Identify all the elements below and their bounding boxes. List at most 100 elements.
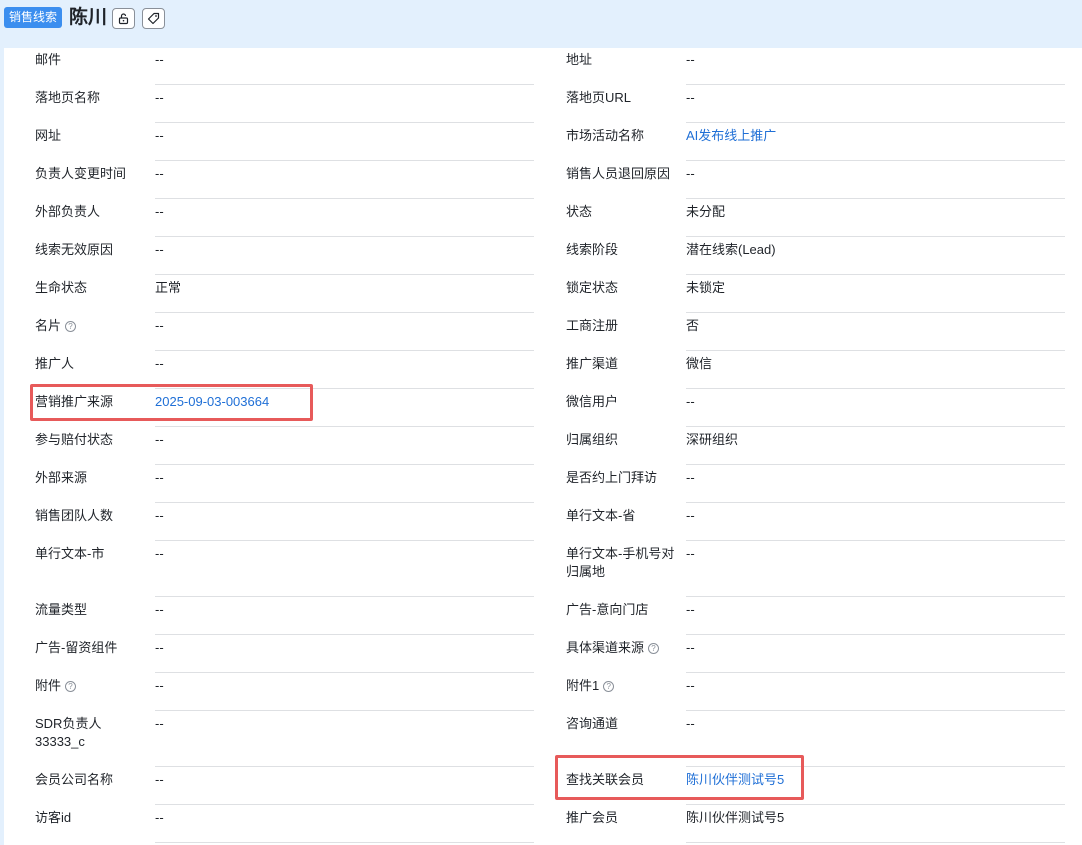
field-label-text: 参与赔付状态 [35, 432, 114, 447]
field-divider [686, 540, 1065, 541]
field-label: 外部来源 [35, 469, 147, 487]
field-label: 广告-留资组件 [35, 639, 147, 657]
field-label: 销售人员退回原因 [566, 165, 678, 183]
field-label-text: 线索无效原因 [35, 242, 114, 257]
field-value: 正常 [155, 280, 182, 295]
field-label-text: 广告-意向门店 [566, 602, 649, 617]
unlock-icon[interactable] [112, 8, 135, 29]
field-divider [155, 426, 534, 427]
field-divider [686, 388, 1065, 389]
field-label-text: 落地页名称 [35, 90, 101, 105]
field-label: 附件? [35, 677, 147, 695]
field-divider [686, 710, 1065, 711]
field-divider [686, 502, 1065, 503]
field-label: 参与赔付状态 [35, 431, 147, 449]
field-label-text: 会员公司名称 [35, 772, 114, 787]
field-label: 邮件 [35, 51, 147, 69]
field-divider [686, 634, 1065, 635]
field-divider [155, 634, 534, 635]
field-label: 单行文本-手机号对归属地 [566, 545, 678, 581]
field-value: -- [686, 394, 695, 409]
field-label: 线索阶段 [566, 241, 678, 259]
field-label: 单行文本-市 [35, 545, 147, 563]
highlight-related-member [555, 755, 804, 800]
field-label-text: 状态 [566, 204, 593, 219]
help-icon[interactable]: ? [65, 681, 77, 692]
help-icon[interactable]: ? [648, 643, 660, 654]
field-label-text: 咨询通道 [566, 716, 619, 731]
field-label: 线索无效原因 [35, 241, 147, 259]
field-divider [686, 596, 1065, 597]
field-divider [686, 350, 1065, 351]
field-value: -- [155, 810, 164, 825]
field-row: 线索无效原因 -- [35, 241, 534, 279]
field-label-text: SDR负责人33333_c [35, 716, 102, 749]
field-label-text: 单行文本-市 [35, 546, 105, 561]
field-label: 附件1? [566, 677, 678, 695]
field-row: SDR负责人33333_c -- [35, 715, 534, 771]
field-row: 落地页URL -- [566, 89, 1065, 127]
field-label: 销售团队人数 [35, 507, 147, 525]
field-label: 微信用户 [566, 393, 678, 411]
field-row: 单行文本-手机号对归属地 -- [566, 545, 1065, 601]
field-row: 工商注册 否 [566, 317, 1065, 355]
field-divider [155, 710, 534, 711]
field-label: 名片? [35, 317, 147, 335]
field-label-text: 归属组织 [566, 432, 619, 447]
field-value: -- [155, 90, 164, 105]
field-value: 深研组织 [686, 432, 739, 447]
field-label: 咨询通道 [566, 715, 678, 733]
field-row: 落地页名称 -- [35, 89, 534, 127]
field-divider [686, 122, 1065, 123]
field-label-text: 生命状态 [35, 280, 88, 295]
field-label-text: 微信用户 [566, 394, 619, 409]
help-icon[interactable]: ? [65, 321, 77, 332]
field-divider [155, 84, 534, 85]
field-label: 单行文本-省 [566, 507, 678, 525]
field-value: -- [155, 356, 164, 371]
price-tag-icon[interactable] [142, 8, 165, 29]
field-label: 地址 [566, 51, 678, 69]
field-row: 附件1? -- [566, 677, 1065, 715]
field-label-text: 市场活动名称 [566, 128, 645, 143]
field-value: -- [686, 602, 695, 617]
field-divider [155, 540, 534, 541]
field-value: -- [155, 470, 164, 485]
field-value-link[interactable]: AI发布线上推广 [686, 127, 776, 145]
field-value: -- [155, 318, 164, 333]
field-label: 落地页URL [566, 89, 678, 107]
field-row: 微信用户 -- [566, 393, 1065, 431]
field-label: 推广人 [35, 355, 147, 373]
field-label-text: 邮件 [35, 52, 62, 67]
field-divider [155, 160, 534, 161]
field-label: 流量类型 [35, 601, 147, 619]
field-divider [686, 426, 1065, 427]
field-label-text: 附件1 [566, 678, 600, 693]
field-row: 线索阶段 潜在线索(Lead) [566, 241, 1065, 279]
field-label: 访客id [35, 809, 147, 827]
field-divider [155, 350, 534, 351]
field-value: -- [155, 772, 164, 787]
field-value: -- [155, 640, 164, 655]
highlight-marketing-source [30, 384, 313, 421]
field-row: 会员公司名称 -- [35, 771, 534, 809]
field-label: 具体渠道来源? [566, 639, 678, 657]
field-divider [155, 502, 534, 503]
field-row: 归属组织 深研组织 [566, 431, 1065, 469]
field-label-text: 具体渠道来源 [566, 640, 645, 655]
field-value: -- [686, 166, 695, 181]
field-divider [686, 274, 1065, 275]
field-label-text: 推广人 [35, 356, 75, 371]
field-row: 参与赔付状态 -- [35, 431, 534, 469]
field-row: 广告-留资组件 -- [35, 639, 534, 677]
field-row: 名片? -- [35, 317, 534, 355]
field-value: -- [155, 242, 164, 257]
field-row: 锁定状态 未锁定 [566, 279, 1065, 317]
field-divider [155, 464, 534, 465]
field-value: -- [686, 52, 695, 67]
object-type-tag: 销售线索 [4, 7, 63, 28]
field-label: 是否约上门拜访 [566, 469, 678, 487]
field-row: 具体渠道来源? -- [566, 639, 1065, 677]
field-divider [155, 274, 534, 275]
help-icon[interactable]: ? [603, 681, 615, 692]
